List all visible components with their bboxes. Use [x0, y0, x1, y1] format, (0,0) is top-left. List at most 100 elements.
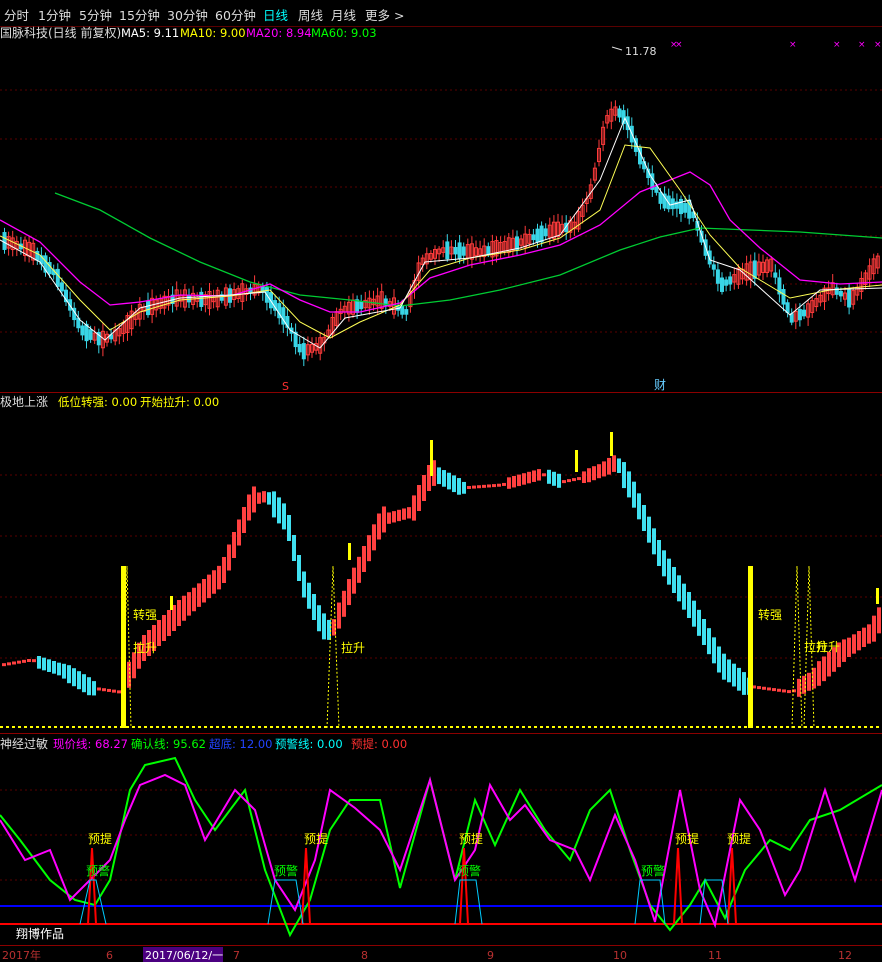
indicator-bar: [532, 470, 536, 482]
event-mark: ×: [874, 40, 882, 50]
indicator-bar: [347, 579, 351, 606]
indicator-bar: [757, 686, 761, 690]
indicator-bar: [507, 477, 511, 489]
candle-body: [838, 290, 843, 297]
indicator-bar: [37, 656, 41, 669]
indicator-bar: [257, 492, 261, 504]
indicator-bar: [412, 495, 416, 521]
candle-body: [355, 299, 360, 313]
indicator-bar: [732, 663, 736, 687]
indicator-bar: [2, 663, 6, 667]
date-label: 12: [838, 949, 852, 962]
indicator-bar: [107, 688, 111, 692]
legend-ma5: MA5: 9.11: [121, 26, 179, 40]
indicator-bar: [807, 672, 811, 691]
candle-body: [84, 323, 89, 342]
candle-body: [543, 228, 548, 237]
indicator-bar: [537, 469, 541, 481]
indicator-bar: [872, 615, 876, 642]
indicator-bar: [862, 627, 866, 647]
candle-body: [711, 264, 716, 270]
event-cai-marker: 财: [654, 378, 666, 392]
indicator-bar: [562, 480, 566, 484]
indicator-bar: [817, 661, 821, 686]
indicator-bar: [17, 660, 21, 664]
date-label: 10: [613, 949, 627, 962]
signal-tick: [610, 432, 613, 456]
indicator-bar: [597, 464, 601, 479]
candle-body: [445, 241, 450, 260]
candle-body: [781, 289, 786, 305]
indicator-bar: [287, 515, 291, 541]
ma60-line: [54, 192, 882, 307]
indicator-bar: [847, 637, 851, 657]
event-mark: ×: [833, 40, 841, 50]
indicator-bar: [722, 653, 726, 680]
indicator-bar: [117, 690, 121, 694]
signal-label-rise: 拉升: [341, 640, 365, 655]
osc-label-warn: 预警: [641, 863, 665, 878]
indicator-bar: [387, 512, 391, 524]
osc-label-warn: 预警: [457, 863, 481, 878]
pre-spike: [87, 847, 97, 925]
osc-label-warn: 预警: [86, 863, 110, 878]
indicator-bar: [672, 567, 676, 593]
indicator-bar: [617, 458, 621, 473]
candle-body: [715, 269, 720, 284]
indicator-bar: [72, 668, 76, 687]
indicator-bar: [652, 528, 656, 555]
indicator-bar: [577, 477, 581, 481]
signal-tick: [876, 588, 879, 604]
signal-label-strong: 转强: [758, 607, 782, 622]
indicator-bar: [77, 671, 81, 690]
indicator-bar: [367, 535, 371, 562]
indicator-bar: [362, 546, 366, 572]
confirm-line: [0, 756, 882, 938]
indicator-bar: [472, 485, 476, 489]
indicator-bar: [787, 690, 791, 694]
signal-label-rise: 拉升: [816, 639, 840, 654]
indicator-bar: [197, 583, 201, 607]
candle-body: [728, 276, 733, 285]
indicator-bar: [687, 592, 691, 618]
signal-label-strong: 转强: [133, 607, 157, 622]
indicator-bar: [742, 672, 746, 695]
main-title: 国脉科技(日线 前复权): [0, 25, 121, 40]
candle-body: [297, 343, 302, 353]
legend-pre-line: 预提: 0.00: [351, 737, 407, 751]
indicator-bar: [707, 628, 711, 655]
date-label: 7: [233, 949, 240, 962]
indicator-bar: [622, 462, 626, 489]
pre-spike: [301, 847, 311, 925]
signal-dotted-spike: [326, 565, 340, 729]
indicator-bar: [637, 493, 641, 520]
indicator-bar: [182, 595, 186, 621]
legend-price-line: 现价线: 68.27: [53, 737, 128, 751]
indicator-bar: [247, 494, 251, 521]
candle-body: [301, 343, 306, 360]
cursor-date-label: 2017/06/12/一: [145, 949, 223, 962]
indicator-bar: [727, 659, 731, 683]
indicator-bar: [572, 478, 576, 482]
date-label: 9: [487, 949, 494, 962]
indicator-bar: [42, 657, 46, 671]
indicator-bar: [822, 656, 826, 682]
candle-body: [146, 300, 150, 316]
indicator-bar: [167, 610, 171, 636]
indicator-bar: [662, 550, 666, 577]
indicator-bar: [702, 619, 706, 645]
indicator-bar: [227, 544, 231, 571]
candle-body: [515, 236, 519, 250]
indicator-bar: [262, 491, 266, 503]
indicator-bar: [307, 582, 311, 609]
indicator-bar: [417, 485, 421, 511]
indicator-bar: [87, 677, 91, 696]
indicator-bar: [397, 509, 401, 522]
event-mark: ×: [858, 40, 866, 50]
indicator-bar: [297, 555, 301, 581]
indicator-bar: [12, 661, 16, 665]
date-label: 6: [106, 949, 113, 962]
indicator-bar: [67, 665, 71, 684]
indicator-bar: [647, 516, 651, 543]
signal-tick: [430, 440, 433, 476]
